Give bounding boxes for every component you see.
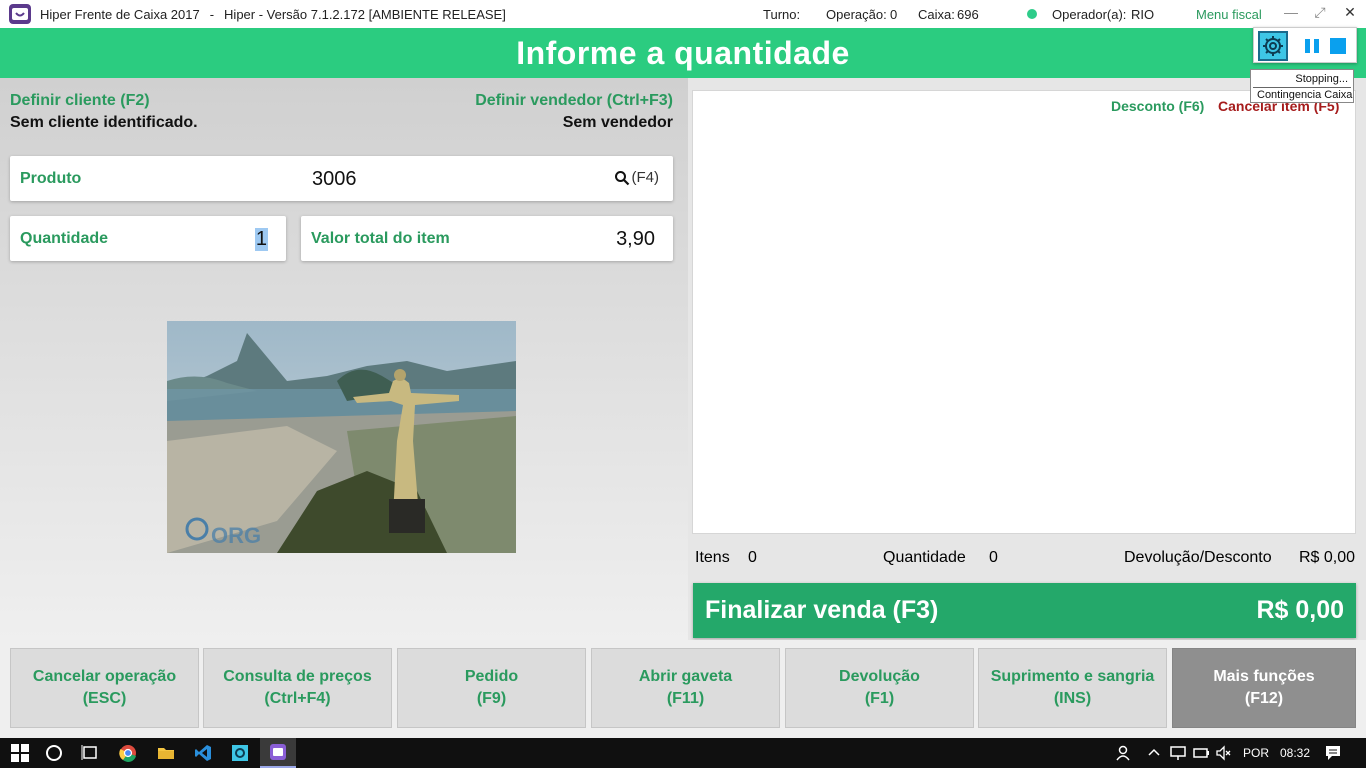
cancel-operation-button[interactable]: Cancelar operação (ESC) (10, 648, 199, 728)
notifications-icon[interactable] (1323, 743, 1343, 763)
minimize-button[interactable]: — (1281, 4, 1301, 20)
item-total-label: Valor total do item (311, 230, 450, 247)
supply-withdraw-button[interactable]: Suprimento e sangria (INS) (978, 648, 1167, 728)
search-circle-icon[interactable] (44, 743, 64, 763)
button-shortcut: (ESC) (82, 690, 127, 707)
page-header: Informe a quantidade (0, 28, 1366, 78)
tooltip-status: Stopping... (1295, 73, 1348, 85)
chrome-icon[interactable] (118, 743, 138, 763)
turno-label: Turno: (763, 7, 801, 22)
restore-button[interactable]: ⤢ (1310, 4, 1330, 21)
return-discount-value: R$ 0,00 (1299, 549, 1356, 566)
item-total-value: 3,90 (616, 228, 655, 250)
contingency-widget (1253, 27, 1357, 63)
product-image: ORG (167, 321, 516, 553)
button-label: Devolução (839, 668, 920, 685)
search-shortcut: (F4) (631, 169, 660, 186)
seller-value: Sem vendedor (562, 114, 673, 131)
clock[interactable]: 08:32 (1280, 746, 1310, 760)
quantity-field[interactable]: Quantidade 1 (10, 216, 286, 261)
taskbar-active-app[interactable] (260, 738, 296, 768)
stop-icon[interactable] (1330, 38, 1346, 54)
operacao-label: Operação: (826, 7, 887, 22)
button-shortcut: (Ctrl+F4) (264, 690, 331, 707)
app-version: Hiper - Versão 7.1.2.172 [AMBIENTE RELEA… (224, 6, 506, 22)
pause-icon[interactable] (1304, 38, 1320, 54)
define-customer-link[interactable]: Definir cliente (F2) (10, 92, 150, 110)
caixa-value: 696 (957, 7, 979, 22)
file-explorer-icon[interactable] (156, 743, 176, 763)
button-shortcut: (F12) (1244, 690, 1284, 707)
button-label: Abrir gaveta (638, 668, 733, 685)
search-icon (614, 170, 629, 185)
tooltip-title: Contingencia Caixa (1257, 89, 1353, 101)
discount-link[interactable]: Desconto (F6) (1111, 98, 1204, 114)
chevron-up-icon[interactable] (1144, 743, 1164, 763)
task-view-icon[interactable] (80, 743, 100, 763)
button-label: Pedido (464, 668, 519, 685)
button-shortcut: (F9) (476, 690, 507, 707)
sale-items-panel: Desconto (F6) Cancelar item (F5) (692, 90, 1356, 534)
hiper-taskbar-icon (270, 744, 286, 760)
return-button[interactable]: Devolução (F1) (785, 648, 974, 728)
quantity-total-value: 0 (989, 549, 998, 566)
button-shortcut: (INS) (1053, 690, 1092, 707)
hiper-logo-icon (9, 4, 31, 24)
order-button[interactable]: Pedido (F9) (397, 648, 586, 728)
close-button[interactable]: ✕ (1340, 4, 1360, 21)
contingency-app-icon[interactable] (230, 743, 250, 763)
volume-muted-icon[interactable] (1214, 743, 1234, 763)
title-separator: - (209, 6, 215, 22)
quantity-input[interactable]: 1 (254, 228, 268, 251)
price-lookup-button[interactable]: Consulta de preços (Ctrl+F4) (203, 648, 392, 728)
items-count-label: Itens (695, 549, 730, 566)
more-functions-button[interactable]: Mais funções (F12) (1172, 648, 1356, 728)
button-shortcut: (F11) (666, 690, 705, 707)
language-indicator[interactable]: POR (1243, 746, 1269, 760)
vscode-icon[interactable] (193, 743, 213, 763)
caixa-label: Caixa: (918, 7, 955, 22)
define-seller-link[interactable]: Definir vendedor (Ctrl+F3) (475, 92, 673, 110)
battery-plug-icon[interactable] (1191, 743, 1211, 763)
taskbar: POR 08:32 (0, 738, 1366, 768)
page-title: Informe a quantidade (516, 34, 850, 71)
items-count-value: 0 (748, 549, 757, 566)
customer-value: Sem cliente identificado. (10, 114, 198, 131)
svg-text:ORG: ORG (211, 523, 261, 548)
tooltip-divider (1253, 87, 1351, 88)
operator-status-dot (1027, 9, 1037, 19)
button-label: Suprimento e sangria (990, 668, 1155, 685)
product-input[interactable]: 3006 (312, 168, 357, 191)
quantity-label: Quantidade (20, 230, 109, 247)
network-icon[interactable] (1168, 743, 1188, 763)
status-tooltip: Stopping... Contingencia Caixa (1250, 69, 1354, 103)
button-label: Cancelar operação (32, 668, 177, 685)
open-drawer-button[interactable]: Abrir gaveta (F11) (591, 648, 780, 728)
item-total-field: Valor total do item 3,90 (301, 216, 673, 261)
operacao-value: 0 (890, 7, 898, 22)
finalize-total: R$ 0,00 (1256, 596, 1344, 624)
product-label: Produto (20, 170, 82, 187)
return-discount-label: Devolução/Desconto (1124, 549, 1272, 566)
button-label: Mais funções (1213, 668, 1315, 685)
finalize-sale-button[interactable]: Finalizar venda (F3) R$ 0,00 (693, 583, 1356, 638)
windows-start-icon[interactable] (10, 743, 30, 763)
operador-value: RIO (1131, 7, 1155, 22)
operador-label: Operador(a): (1052, 7, 1127, 22)
button-shortcut: (F1) (864, 690, 895, 707)
finalize-label: Finalizar venda (F3) (705, 596, 939, 624)
product-search-button[interactable]: (F4) (614, 169, 660, 186)
gear-icon[interactable] (1258, 31, 1288, 61)
button-label: Consulta de preços (223, 668, 372, 685)
people-icon[interactable] (1114, 743, 1134, 763)
app-title: Hiper Frente de Caixa 2017 (40, 6, 200, 22)
quantity-total-label: Quantidade (883, 549, 966, 566)
window-title-bar: Hiper Frente de Caixa 2017 - Hiper - Ver… (0, 0, 1366, 28)
menu-fiscal-link[interactable]: Menu fiscal (1196, 7, 1262, 22)
product-field[interactable]: Produto 3006 (F4) (10, 156, 673, 201)
